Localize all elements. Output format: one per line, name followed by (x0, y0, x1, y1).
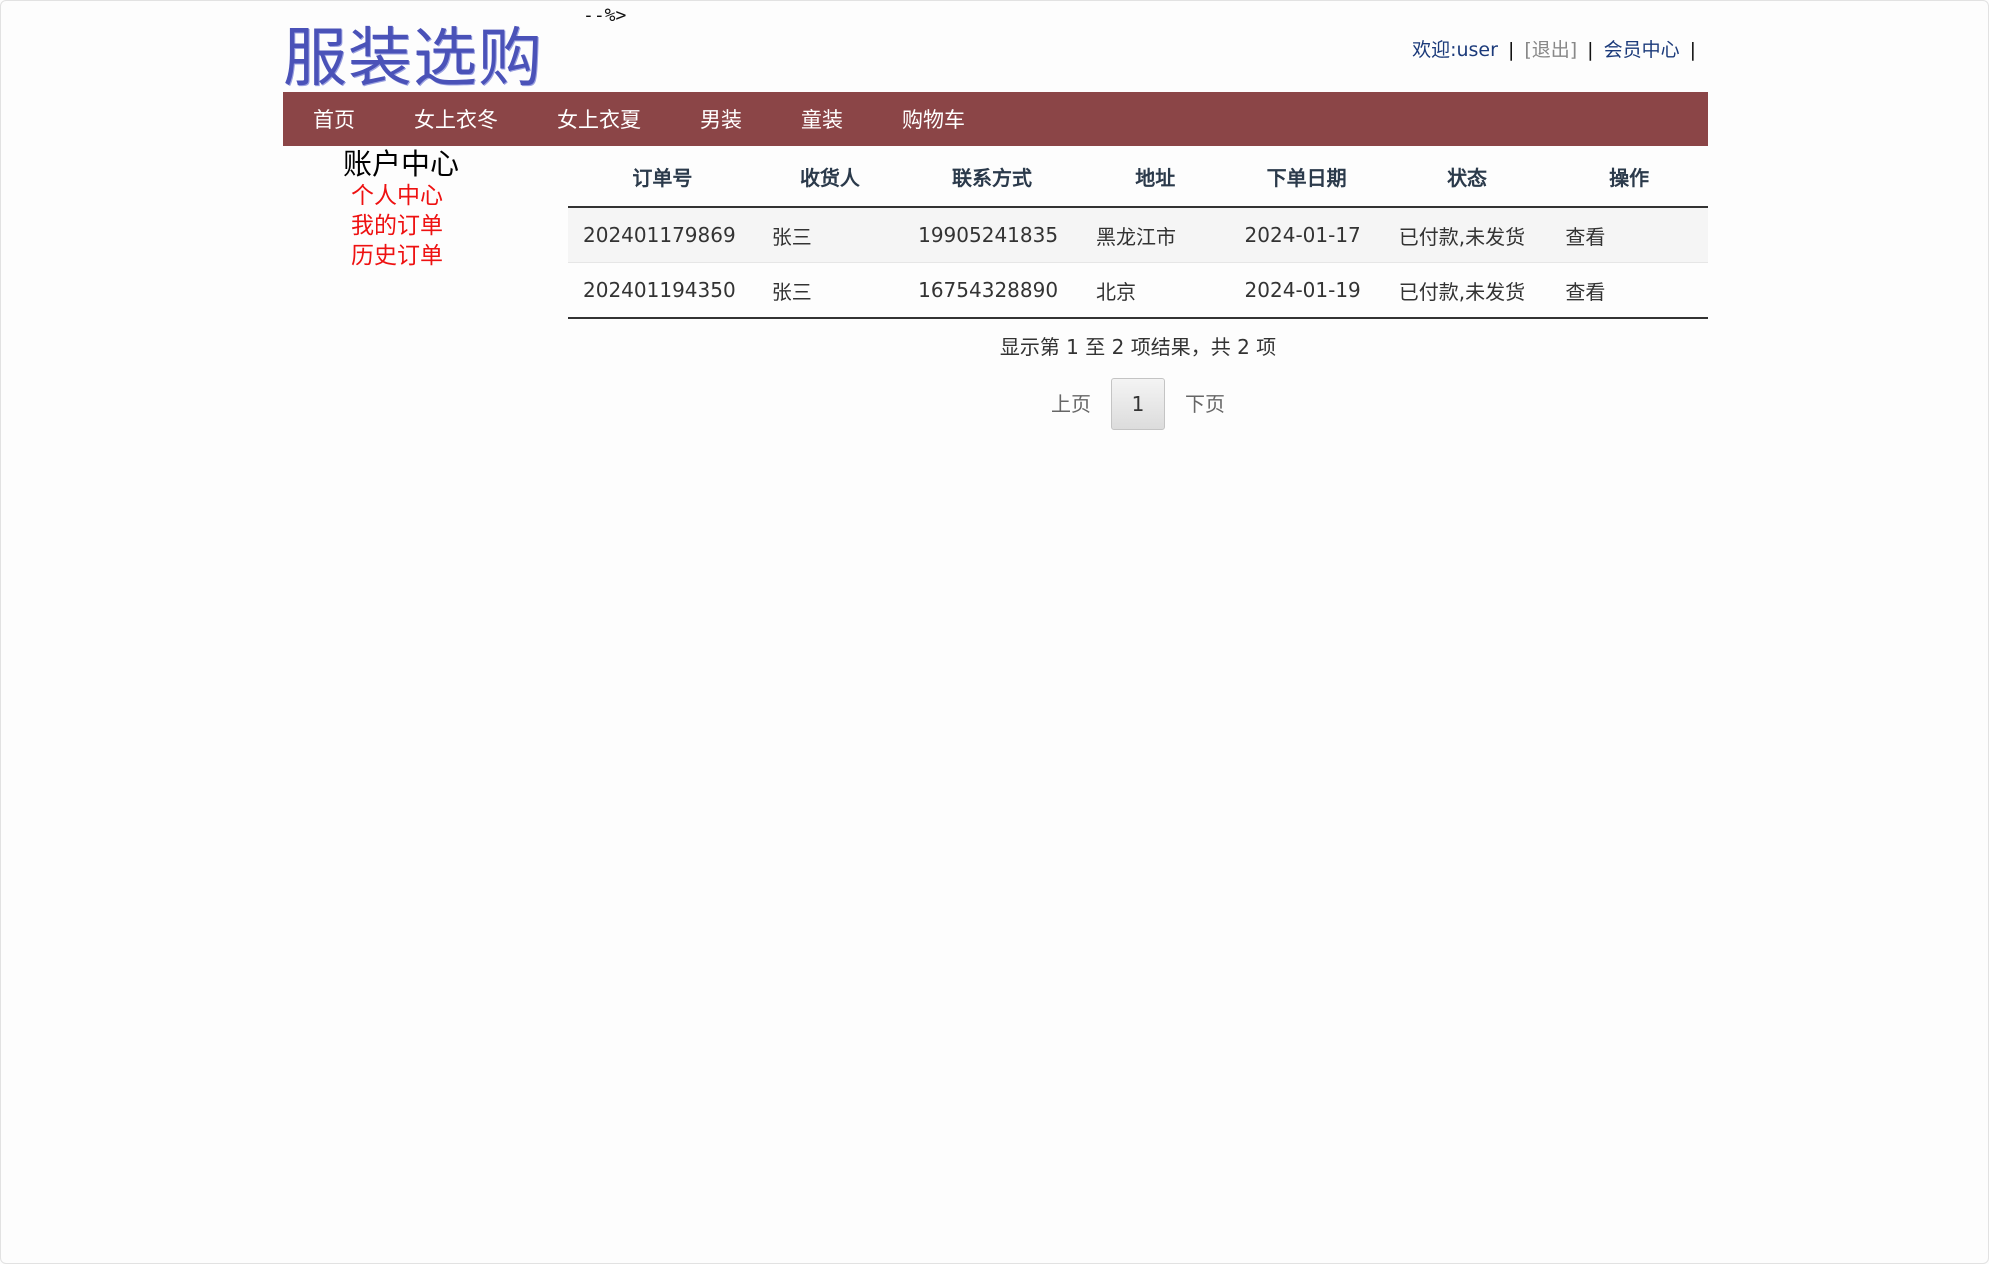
column-header-phone: 联系方式 (903, 147, 1081, 208)
date-cell: 2024-01-19 (1229, 262, 1384, 319)
prev-page-button[interactable]: 上页 (1031, 378, 1111, 430)
status-cell: 已付款,未发货 (1383, 262, 1551, 319)
sidebar-link-profile[interactable]: 个人中心 (351, 181, 459, 211)
date-cell: 2024-01-17 (1229, 207, 1384, 263)
nav-item-cart[interactable]: 购物车 (902, 104, 965, 134)
main-nav: 首页 女上衣冬 女上衣夏 男装 童装 购物车 (283, 92, 1708, 146)
page-frame: 服装选购 --%> 欢迎:user | [退出] | 会员中心 | 首页 女上衣冬 女上衣… (0, 0, 1989, 1264)
sidebar-link-order-history[interactable]: 历史订单 (351, 241, 459, 271)
column-header-receiver: 收货人 (756, 147, 904, 208)
nav-item-women-summer[interactable]: 女上衣夏 (557, 104, 641, 134)
next-page-button[interactable]: 下页 (1165, 378, 1245, 430)
pagination: 上页 1 下页 (568, 378, 1708, 430)
receiver-cell: 张三 (756, 262, 904, 319)
welcome-text: 欢迎:user (1412, 39, 1498, 61)
nav-item-menswear[interactable]: 男装 (700, 104, 742, 134)
nav-item-women-winter[interactable]: 女上衣冬 (414, 104, 498, 134)
separator: | (1587, 39, 1594, 61)
account-sidebar: 账户中心 个人中心 我的订单 历史订单 (343, 147, 459, 271)
column-header-order-no: 订单号 (568, 147, 757, 208)
member-center-link[interactable]: 会员中心 (1604, 39, 1680, 61)
view-order-link[interactable]: 查看 (1550, 262, 1708, 319)
address-cell: 北京 (1080, 262, 1230, 319)
logout-link[interactable]: [退出] (1524, 39, 1577, 61)
stray-template-text: --%> (583, 5, 627, 26)
separator: | (1507, 39, 1515, 61)
table-row: 202401194350 张三 16754328890 北京 2024-01-1… (568, 262, 1708, 319)
order-no-cell: 202401179869 (568, 207, 757, 263)
sidebar-title: 账户中心 (343, 147, 460, 181)
pagination-info: 显示第 1 至 2 项结果，共 2 项 (999, 335, 1277, 359)
site-logo[interactable]: 服装选购 (283, 23, 543, 95)
column-header-date: 下单日期 (1229, 147, 1384, 208)
address-cell: 黑龙江市 (1080, 207, 1230, 263)
orders-table: 订单号 收货人 联系方式 地址 下单日期 状态 操作 202401179869 … (568, 147, 1708, 319)
view-order-link[interactable]: 查看 (1550, 207, 1708, 263)
status-cell: 已付款,未发货 (1383, 207, 1551, 263)
table-header-row: 订单号 收货人 联系方式 地址 下单日期 状态 操作 (568, 147, 1708, 208)
column-header-address: 地址 (1080, 147, 1230, 208)
phone-cell: 16754328890 (903, 262, 1081, 319)
column-header-action: 操作 (1550, 147, 1708, 208)
page-1-button[interactable]: 1 (1111, 378, 1165, 430)
table-row: 202401179869 张三 19905241835 黑龙江市 2024-01… (568, 207, 1708, 263)
nav-item-home[interactable]: 首页 (313, 104, 355, 134)
receiver-cell: 张三 (756, 207, 904, 263)
column-header-status: 状态 (1383, 147, 1551, 208)
separator: | (1689, 39, 1696, 61)
sidebar-link-my-orders[interactable]: 我的订单 (351, 211, 459, 241)
phone-cell: 19905241835 (903, 207, 1081, 263)
nav-item-kidswear[interactable]: 童装 (801, 104, 843, 134)
order-no-cell: 202401194350 (568, 262, 757, 319)
user-bar: 欢迎:user | [退出] | 会员中心 | (1412, 35, 1706, 62)
